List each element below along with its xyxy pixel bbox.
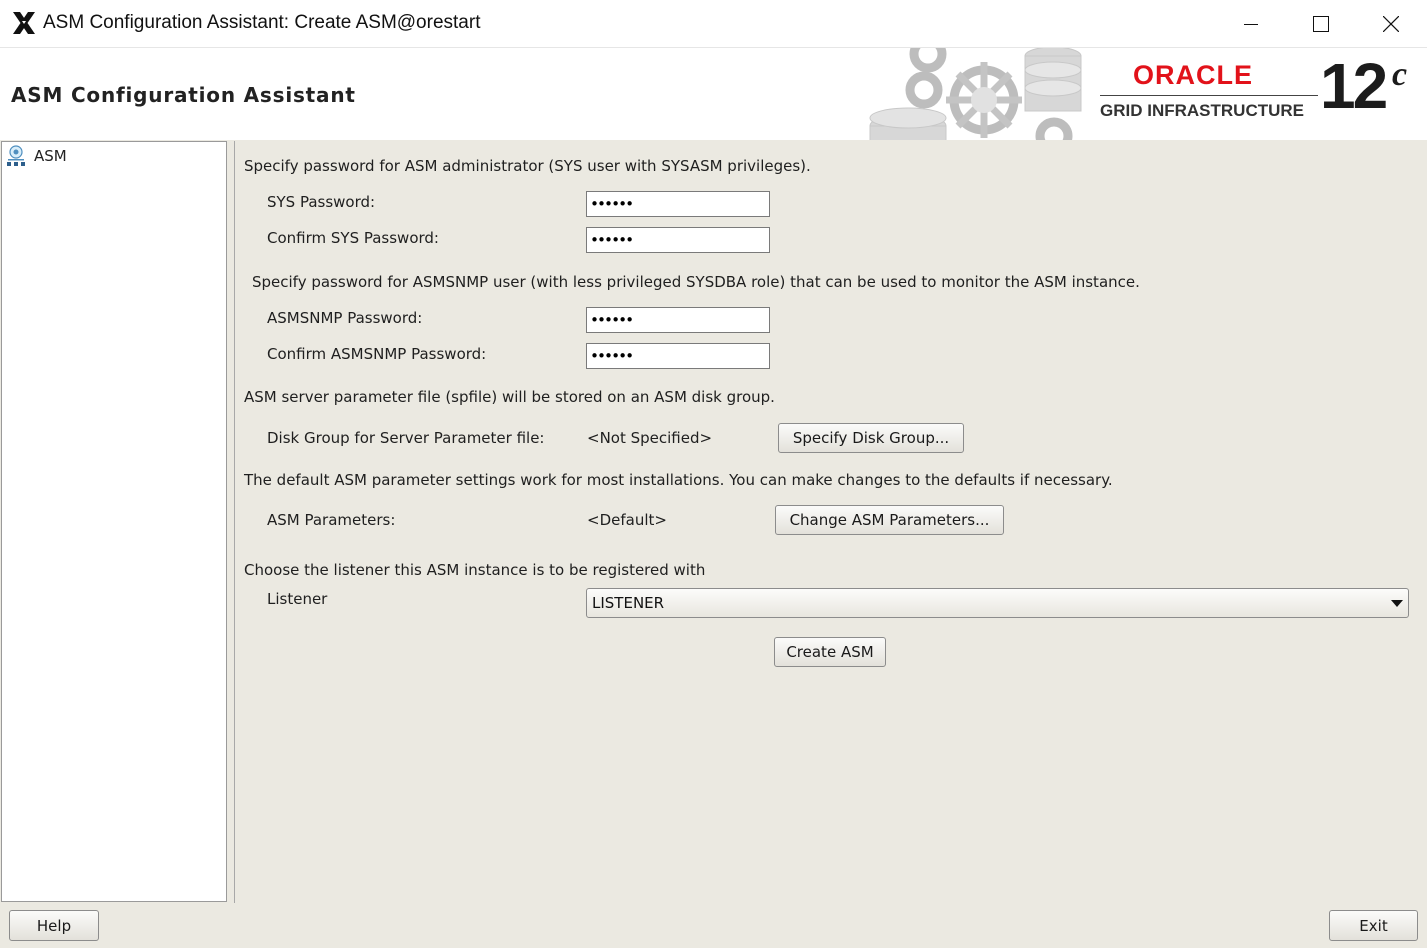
logo-divider	[1100, 95, 1318, 96]
nav-item-asm[interactable]: ASM	[6, 145, 67, 167]
minimize-button[interactable]	[1216, 0, 1286, 47]
asmsnmp-password-label: ASMSNMP Password:	[267, 309, 423, 327]
oracle-logo: ORACLE	[1133, 60, 1253, 90]
product-name: GRID INFRASTRUCTURE	[1100, 101, 1304, 120]
sys-password-field[interactable]: ••••••	[586, 191, 770, 217]
title-bar: ASM Configuration Assistant: Create ASM@…	[0, 0, 1427, 48]
version-suffix: c	[1392, 56, 1408, 93]
create-asm-button[interactable]: Create ASM	[774, 637, 886, 667]
disk-group-value: <Not Specified>	[587, 429, 713, 447]
close-icon	[1383, 15, 1399, 32]
gears-decoration-icon	[869, 48, 1082, 140]
specify-disk-group-button[interactable]: Specify Disk Group...	[778, 423, 964, 453]
panel-divider	[234, 141, 235, 903]
exit-button[interactable]: Exit	[1329, 910, 1418, 941]
window-title: ASM Configuration Assistant: Create ASM@…	[43, 12, 481, 33]
asmsnmp-password-field[interactable]: ••••••	[586, 307, 770, 333]
listener-selected-value: LISTENER	[592, 594, 665, 612]
maximize-icon	[1313, 15, 1329, 32]
banner-title: ASM Configuration Assistant	[11, 83, 356, 107]
disk-group-label: Disk Group for Server Parameter file:	[267, 429, 545, 447]
listener-section-description: Choose the listener this ASM instance is…	[244, 561, 706, 579]
asm-parameters-value: <Default>	[587, 511, 667, 529]
navigation-tree: ASM	[1, 141, 227, 902]
listener-select[interactable]: LISTENER	[586, 588, 1409, 618]
help-button[interactable]: Help	[9, 910, 99, 941]
sys-password-label: SYS Password:	[267, 193, 376, 211]
maximize-button[interactable]	[1286, 0, 1356, 47]
x-app-icon	[13, 12, 35, 34]
close-window-button[interactable]	[1356, 0, 1426, 47]
change-asm-parameters-button[interactable]: Change ASM Parameters...	[775, 505, 1004, 535]
version-number: 12	[1320, 50, 1388, 122]
spfile-section-description: ASM server parameter file (spfile) will …	[244, 388, 775, 406]
listener-label: Listener	[267, 590, 328, 608]
asm-instance-icon	[7, 145, 25, 166]
sys-section-description: Specify password for ASM administrator (…	[244, 157, 811, 175]
minimize-icon	[1244, 23, 1258, 25]
confirm-sys-password-field[interactable]: ••••••	[586, 227, 770, 253]
nav-item-label: ASM	[34, 147, 67, 165]
asm-parameters-label: ASM Parameters:	[267, 511, 396, 529]
params-section-description: The default ASM parameter settings work …	[244, 471, 1113, 489]
confirm-asmsnmp-password-field[interactable]: ••••••	[586, 343, 770, 369]
chevron-down-icon	[1391, 600, 1403, 607]
asmsnmp-section-description: Specify password for ASMSNMP user (with …	[252, 273, 1140, 291]
confirm-asmsnmp-password-label: Confirm ASMSNMP Password:	[267, 345, 487, 363]
confirm-sys-password-label: Confirm SYS Password:	[267, 229, 439, 247]
header-banner: ASM Configuration Assistant ORACLE GRID …	[0, 48, 1427, 140]
